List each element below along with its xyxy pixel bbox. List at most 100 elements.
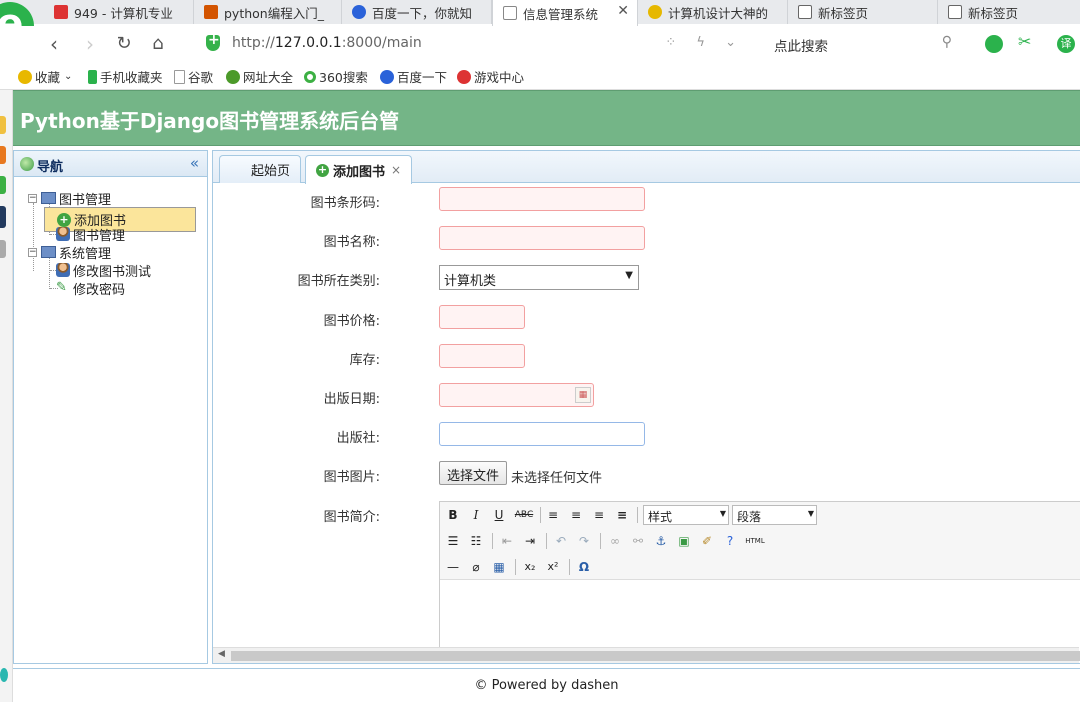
translate-icon[interactable]: 译: [1057, 35, 1075, 53]
browser-tab-label: 计算机设计大神的: [668, 5, 769, 21]
side-panel-icon[interactable]: [0, 176, 6, 194]
calendar-icon[interactable]: ▦: [575, 387, 591, 403]
bookmark-item[interactable]: 谷歌: [174, 67, 213, 86]
browser-tab-active[interactable]: 信息管理系统 ✕: [492, 0, 638, 26]
publish-date-input[interactable]: ▦: [439, 383, 594, 407]
superscript-icon[interactable]: x²: [544, 559, 562, 575]
side-panel-icon[interactable]: [0, 668, 8, 682]
globe-icon: [20, 157, 34, 171]
bookmark-item[interactable]: 收藏 ⌄: [18, 67, 72, 86]
strikethrough-icon[interactable]: ABC: [513, 507, 535, 523]
side-panel-icon[interactable]: [0, 146, 6, 164]
browser-tab[interactable]: python编程入门_: [194, 0, 342, 24]
browser-tab[interactable]: 新标签页: [938, 0, 1080, 24]
stock-input[interactable]: [439, 344, 525, 368]
italic-icon[interactable]: I: [467, 507, 485, 523]
redo-icon[interactable]: ↷: [575, 533, 593, 549]
browser-tab[interactable]: 949 - 计算机专业: [44, 0, 194, 24]
scroll-left-icon[interactable]: ◀: [218, 649, 225, 659]
bookmark-item[interactable]: 手机收藏夹: [88, 67, 163, 86]
bookmark-label: 收藏: [35, 70, 61, 85]
bookmark-item[interactable]: 百度一下: [380, 67, 447, 86]
table-icon[interactable]: ▦: [490, 559, 508, 575]
bookmark-label: 手机收藏夹: [100, 70, 163, 85]
anchor-icon[interactable]: ⚓: [652, 533, 670, 549]
paragraph-dropdown[interactable]: 段落 ▼: [732, 505, 817, 525]
outdent-icon[interactable]: ⇤: [498, 533, 516, 549]
search-icon[interactable]: ⚲: [942, 34, 952, 50]
indent-icon[interactable]: ⇥: [521, 533, 539, 549]
bookmark-label: 百度一下: [397, 70, 448, 85]
align-center-icon[interactable]: ≡: [567, 507, 585, 523]
publisher-input[interactable]: [439, 422, 645, 446]
bold-icon[interactable]: B: [444, 507, 462, 523]
category-selected-value: 计算机类: [444, 274, 497, 289]
tree-node-change-password[interactable]: ✎ 修改密码: [56, 279, 125, 298]
nav-panel-header: 导航 «: [14, 151, 207, 177]
barcode-input[interactable]: [439, 187, 645, 211]
price-input[interactable]: [439, 305, 525, 329]
browser-tab[interactable]: 百度一下，你就知: [342, 0, 492, 24]
security-shield-icon: [206, 32, 220, 51]
side-panel-icon[interactable]: [0, 206, 6, 228]
category-select[interactable]: 计算机类 ▼: [439, 265, 639, 290]
pencil-icon: ✎: [56, 280, 67, 295]
back-icon[interactable]: ‹: [42, 32, 66, 56]
book-name-input[interactable]: [439, 226, 645, 250]
side-panel-icon[interactable]: [0, 240, 6, 258]
tab-home[interactable]: 起始页: [219, 155, 301, 183]
align-justify-icon[interactable]: ≡: [613, 507, 631, 523]
collapse-node-icon[interactable]: −: [28, 193, 37, 203]
tree-node-system-management[interactable]: − 系统管理: [28, 243, 111, 262]
chat-icon[interactable]: [985, 35, 1003, 53]
reload-icon[interactable]: ↻: [112, 32, 136, 56]
undo-icon[interactable]: ↶: [552, 533, 570, 549]
editor-toolbar-row: ☰ ☷ ⇤ ⇥ ↶ ↷ ∞ ⚯ ⚓ ▣ ✐ ? HTML: [440, 528, 1080, 554]
collapse-node-icon[interactable]: −: [28, 247, 37, 257]
style-dropdown[interactable]: 样式 ▼: [643, 505, 729, 525]
bullet-list-icon[interactable]: ☰: [444, 533, 462, 549]
search-input[interactable]: 点此搜索 ⚲: [766, 30, 960, 58]
special-char-icon[interactable]: Ω: [575, 559, 593, 575]
numbered-list-icon[interactable]: ☷: [467, 533, 485, 549]
horizontal-scrollbar[interactable]: ◀: [213, 647, 1080, 663]
user-icon: [56, 263, 70, 277]
help-icon[interactable]: ?: [721, 533, 739, 549]
collapse-icon[interactable]: «: [190, 154, 199, 172]
home-icon[interactable]: ⌂: [146, 32, 170, 56]
forward-icon[interactable]: ›: [78, 32, 102, 56]
cleanup-icon[interactable]: ✐: [698, 533, 716, 549]
computer-icon: [41, 192, 56, 204]
url-field[interactable]: http://127.0.0.1:8000/main ⁘ ϟ ⌄: [198, 30, 758, 58]
price-label: 图书价格:: [323, 314, 380, 329]
choose-file-button[interactable]: 选择文件: [439, 461, 508, 485]
link-icon[interactable]: ∞: [606, 533, 624, 549]
horizontal-rule-icon[interactable]: —: [444, 559, 462, 575]
subscript-icon[interactable]: x₂: [521, 559, 539, 575]
toolbar-separator: [540, 507, 541, 523]
close-tab-icon[interactable]: ×: [391, 163, 401, 177]
tree-node-book-list[interactable]: 图书管理: [56, 225, 125, 244]
side-panel-icon[interactable]: [0, 116, 6, 134]
bookmark-item[interactable]: 360搜索: [304, 67, 368, 86]
unlink-icon[interactable]: ⚯: [629, 533, 647, 549]
browser-tab[interactable]: 新标签页: [788, 0, 938, 24]
browser-tab[interactable]: 计算机设计大神的: [638, 0, 788, 24]
align-right-icon[interactable]: ≡: [590, 507, 608, 523]
bookmark-item[interactable]: 游戏中心: [457, 67, 524, 86]
align-left-icon[interactable]: ≡: [544, 507, 562, 523]
close-tab-icon[interactable]: ✕: [617, 3, 629, 19]
tree-node-modify-book-test[interactable]: 修改图书测试: [56, 261, 151, 280]
image-icon[interactable]: ▣: [675, 533, 693, 549]
address-tools-icons[interactable]: ⁘ ϟ ⌄: [665, 35, 744, 50]
scissors-icon[interactable]: ✂: [1018, 32, 1036, 51]
tree-node-book-management[interactable]: − 图书管理: [28, 189, 111, 208]
remove-format-icon[interactable]: ⌀: [467, 559, 485, 575]
tab-add-book[interactable]: + 添加图书 ×: [305, 155, 413, 184]
search-placeholder: 点此搜索: [774, 39, 828, 55]
bookmark-item[interactable]: 网址大全: [226, 67, 293, 86]
html-source-icon[interactable]: HTML: [744, 533, 766, 549]
underline-icon[interactable]: U: [490, 507, 508, 523]
editor-text-area[interactable]: [440, 581, 1080, 649]
scrollbar-thumb[interactable]: [231, 651, 1080, 661]
